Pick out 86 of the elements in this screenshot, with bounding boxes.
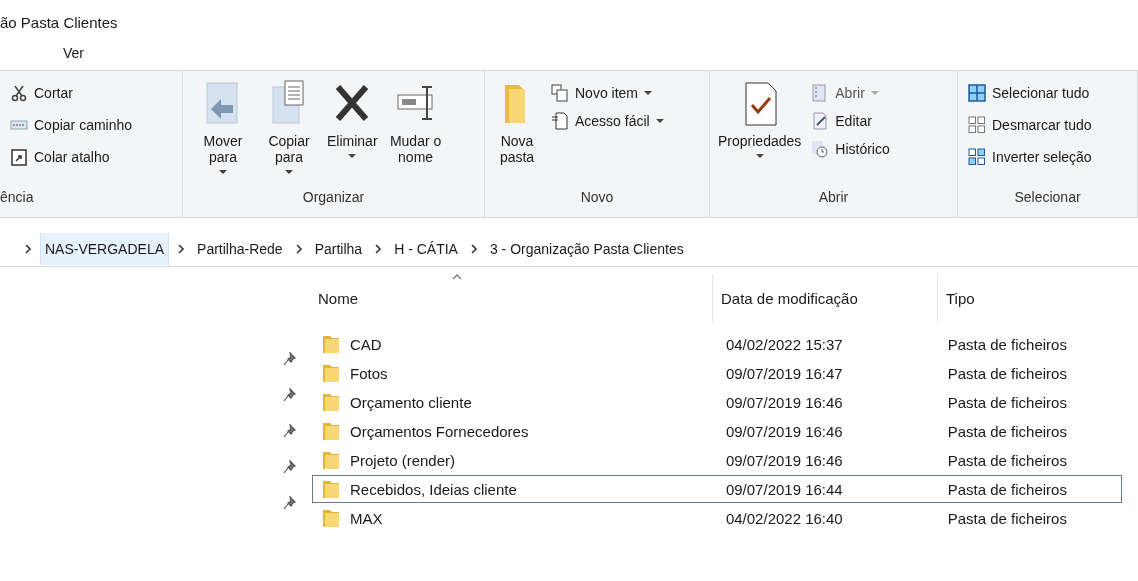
date-cell: 04/02/2022 15:37 [725, 335, 843, 353]
file-row[interactable]: Fotos 09/07/2019 16:47 Pasta de ficheiros [312, 359, 1122, 387]
pin-icon[interactable] [282, 460, 296, 474]
folder-icon [321, 508, 341, 528]
grid-icon [968, 148, 986, 166]
chevron-icon [469, 244, 478, 254]
date-cell: 09/07/2019 16:44 [725, 480, 843, 498]
column-header[interactable]: Nome [310, 274, 713, 322]
file-name: Orçamentos Fornecedores [350, 422, 529, 440]
date-cell: 09/07/2019 16:47 [725, 364, 843, 382]
ribbon-button[interactable]: Mover para [193, 79, 253, 185]
pin-icon[interactable] [282, 388, 296, 402]
file-name: Orçamento cliente [350, 393, 472, 411]
file-name: Fotos [350, 364, 388, 382]
file-row[interactable]: Recebidos, Ideias cliente 09/07/2019 16:44 Pasta de ficheiros [312, 475, 1122, 503]
chevron-icon [24, 244, 32, 254]
pin-icon[interactable] [282, 352, 296, 366]
clock-icon [811, 140, 830, 158]
group-label: ência [0, 189, 35, 207]
ribbon-button[interactable]: Copiar para [259, 79, 319, 185]
folder-icon [321, 421, 341, 441]
ribbon-button[interactable]: Desmarcar tudo [966, 111, 1131, 139]
ribbon-button[interactable]: Mudar o nome [385, 79, 446, 185]
pin-icon[interactable] [282, 424, 296, 438]
window-title: ão Pasta Clientes [0, 13, 119, 33]
date-cell: 09/07/2019 16:46 [725, 393, 843, 411]
edit-icon [811, 112, 830, 130]
file-name: CAD [350, 335, 382, 353]
grid-icon [968, 84, 986, 102]
group-label: Abrir [817, 189, 850, 207]
folder-icon [321, 363, 341, 383]
date-cell: 04/02/2022 16:40 [725, 509, 843, 527]
clipboard-icon [10, 148, 28, 166]
column-header[interactable]: Tipo [938, 274, 1122, 322]
type-cell: Pasta de ficheiros [947, 335, 1067, 353]
type-cell: Pasta de ficheiros [947, 393, 1067, 411]
group-label: Selecionar [1013, 189, 1082, 207]
file-row[interactable]: MAX 04/02/2022 16:40 Pasta de ficheiros [312, 504, 1122, 532]
group-label: Organizar [301, 189, 366, 207]
chevron-icon [374, 244, 383, 254]
ribbon-button[interactable]: Propriedades [716, 79, 804, 185]
ribbon-button[interactable]: Editar [809, 107, 892, 135]
document-icon [551, 112, 569, 130]
date-cell: 09/07/2019 16:46 [725, 422, 843, 440]
scissors-icon [10, 84, 28, 102]
type-cell: Pasta de ficheiros [947, 480, 1067, 498]
chevron-icon [177, 244, 186, 254]
breadcrumb-item[interactable]: H - CÁTIA [390, 233, 462, 265]
breadcrumb-item[interactable]: Partilha-Rede [193, 233, 287, 265]
file-row[interactable]: Orçamentos Fornecedores 09/07/2019 16:46 Pasta de ficheiros [312, 417, 1122, 445]
breadcrumb-item[interactable]: Partilha [310, 233, 367, 265]
file-name: MAX [350, 509, 383, 527]
file-name: Projeto (render) [350, 451, 456, 469]
column-header[interactable]: Data de modificação [713, 274, 938, 322]
ribbon-button[interactable]: Selecionar tudo [966, 79, 1131, 107]
type-cell: Pasta de ficheiros [947, 422, 1067, 440]
group-label: Novo [579, 189, 615, 207]
ribbon-button[interactable]: Acesso fácil [549, 107, 666, 135]
folder-icon [321, 479, 341, 499]
file-row[interactable]: Orçamento cliente 09/07/2019 16:46 Pasta de ficheiros [312, 388, 1122, 416]
chevron-icon [294, 244, 303, 254]
file-row[interactable]: CAD 04/02/2022 15:37 Pasta de ficheiros [312, 330, 1122, 358]
file-row[interactable]: Projeto (render) 09/07/2019 16:46 Pasta de ficheiros [312, 446, 1122, 474]
date-cell: 09/07/2019 16:46 [725, 451, 843, 469]
ribbon-button[interactable]: Colar atalho [8, 143, 176, 171]
ribbon-button[interactable]: Novo item [549, 79, 666, 107]
type-cell: Pasta de ficheiros [947, 509, 1067, 527]
ribbon-button[interactable]: Nova pasta [491, 79, 543, 185]
ribbon-button[interactable]: Eliminar [325, 79, 380, 185]
ribbon-button[interactable]: Cortar [8, 79, 176, 107]
folder-icon [321, 450, 341, 470]
ribbon-button[interactable]: Copiar caminho [8, 111, 176, 139]
new-item-icon [551, 84, 569, 102]
address-bar[interactable]: NAS-VERGADELA Partilha-Rede Partilha H - CÁTIA 3 - Organização Pasta Clientes [0, 232, 1138, 267]
folder-icon [321, 392, 341, 412]
type-cell: Pasta de ficheiros [947, 364, 1067, 382]
folder-icon [321, 334, 341, 354]
ribbon-button[interactable]: Inverter seleção [966, 143, 1131, 171]
ribbon-button[interactable]: Histórico [809, 135, 892, 163]
breadcrumb-item[interactable]: NAS-VERGADELA [40, 233, 170, 265]
breadcrumb-item[interactable]: 3 - Organização Pasta Clientes [485, 233, 688, 265]
ribbon-tab[interactable]: Ver [63, 43, 84, 63]
pin-icon[interactable] [282, 496, 296, 510]
grid-icon [968, 116, 986, 134]
type-cell: Pasta de ficheiros [947, 451, 1067, 469]
file-name: Recebidos, Ideias cliente [350, 480, 517, 498]
